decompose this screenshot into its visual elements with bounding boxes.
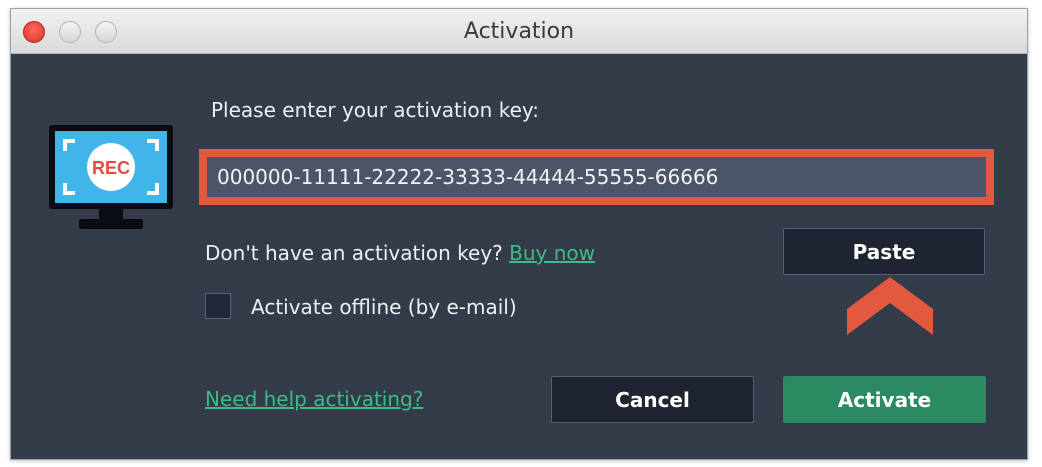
window-title: Activation xyxy=(463,19,575,44)
offline-checkbox[interactable] xyxy=(205,293,231,319)
title-bar: Activation xyxy=(11,9,1027,54)
buy-now-link[interactable]: Buy now xyxy=(509,241,595,265)
activation-key-input[interactable] xyxy=(207,157,986,197)
activate-button[interactable]: Activate xyxy=(783,376,986,423)
pointer-arrow-icon xyxy=(847,277,933,335)
help-activating-link[interactable]: Need help activating? xyxy=(205,387,423,411)
cancel-button[interactable]: Cancel xyxy=(551,376,754,423)
activation-prompt: Please enter your activation key: xyxy=(211,98,539,122)
paste-button[interactable]: Paste xyxy=(783,228,985,275)
activation-window: Activation REC Please enter your activat… xyxy=(10,8,1028,460)
rec-monitor-icon: REC xyxy=(49,125,173,229)
rec-label: REC xyxy=(92,158,130,178)
no-key-label: Don't have an activation key? xyxy=(205,241,503,265)
key-field-highlight xyxy=(199,149,994,205)
no-key-text: Don't have an activation key? Buy now xyxy=(205,241,595,265)
offline-checkbox-label[interactable]: Activate offline (by e-mail) xyxy=(251,295,517,319)
